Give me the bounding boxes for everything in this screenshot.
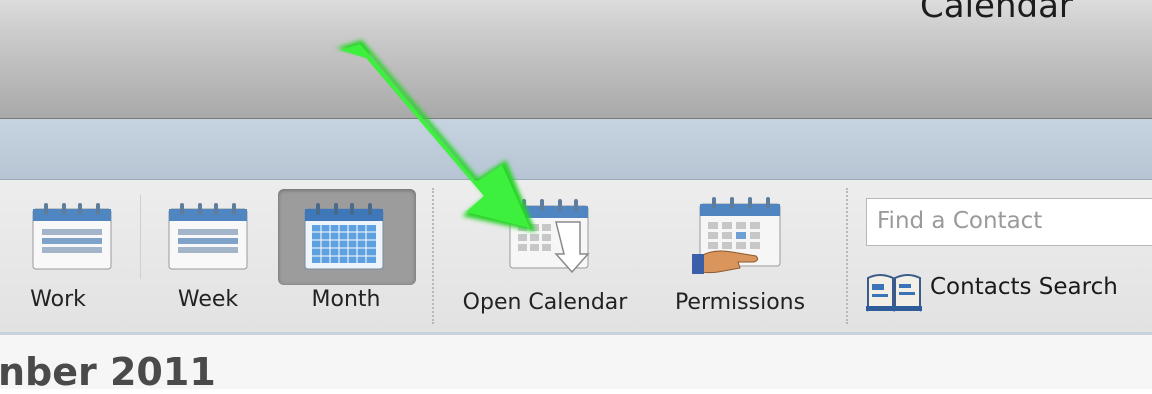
annotation-arrow-icon: [336, 40, 536, 232]
